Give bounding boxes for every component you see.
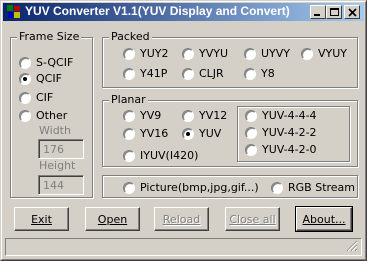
radio-s-qcif[interactable]: S-QCIF [19, 56, 73, 69]
radio-vyuy[interactable]: VYUY [301, 47, 347, 60]
close-all-button[interactable]: Close all [225, 207, 280, 231]
exit-button[interactable]: Exit [14, 207, 69, 231]
radio-label: YVYU [199, 47, 229, 60]
radio-yuv-422[interactable]: YUV-4-2-2 [245, 126, 317, 139]
radio-dot[interactable] [123, 109, 135, 122]
radio-dot[interactable] [301, 47, 313, 60]
radio-label: QCIF [36, 72, 62, 85]
radio-label: CIF [36, 91, 54, 104]
minimize-icon [314, 14, 320, 16]
radio-dot[interactable] [123, 47, 135, 60]
app-logo-icon [7, 5, 20, 18]
height-field[interactable]: 144 [38, 175, 84, 195]
maximize-icon [330, 8, 339, 16]
radio-label: IYUV(I420) [140, 149, 199, 162]
radio-label: YUV-4-2-2 [262, 126, 317, 139]
radio-yvyu[interactable]: YVYU [182, 47, 228, 60]
packed-group: Packed [102, 30, 358, 88]
radio-yv12[interactable]: YV12 [182, 109, 227, 122]
exit-button-label: Exit [31, 212, 52, 226]
radio-label: CLJR [199, 67, 224, 80]
radio-dot-selected[interactable] [182, 127, 194, 140]
radio-qcif[interactable]: QCIF [19, 72, 62, 85]
radio-dot[interactable] [245, 109, 257, 122]
radio-dot[interactable] [19, 109, 31, 122]
window-title: YUV Converter V1.1(YUV Display and Conve… [25, 4, 290, 18]
close-all-button-label: Close all [229, 212, 276, 226]
packed-label: Packed [109, 30, 152, 43]
about-button-label: About... [302, 212, 346, 226]
radio-other[interactable]: Other [19, 109, 67, 122]
radio-dot[interactable] [182, 109, 194, 122]
radio-yuv-420[interactable]: YUV-4-2-0 [245, 143, 317, 156]
radio-label: Y41P [140, 67, 168, 80]
radio-dot[interactable] [123, 149, 135, 162]
radio-dot-selected[interactable] [19, 72, 31, 85]
radio-label: UYVY [261, 47, 291, 60]
planar-label: Planar [109, 93, 148, 106]
radio-dot[interactable] [19, 56, 31, 69]
radio-dot[interactable] [19, 91, 31, 104]
width-field[interactable]: 176 [38, 139, 84, 159]
radio-label: VYUY [318, 47, 348, 60]
radio-yuv-444[interactable]: YUV-4-4-4 [245, 109, 317, 122]
reload-button[interactable]: Reload [154, 207, 209, 231]
width-label: Width [39, 124, 71, 137]
radio-y8[interactable]: Y8 [244, 67, 275, 80]
radio-cif[interactable]: CIF [19, 91, 53, 104]
radio-label: RGB Stream [288, 181, 356, 194]
open-button-label: Open [97, 212, 128, 226]
open-button[interactable]: Open [85, 207, 140, 231]
reload-button-label: Reload [162, 212, 201, 226]
radio-label: Y8 [261, 67, 275, 80]
radio-dot[interactable] [123, 127, 135, 140]
radio-yv9[interactable]: YV9 [123, 109, 161, 122]
radio-label: YUY2 [140, 47, 169, 60]
close-icon [348, 8, 357, 17]
radio-dot[interactable] [182, 47, 194, 60]
radio-picture[interactable]: Picture(bmp,jpg,gif...) [123, 181, 259, 194]
radio-cljr[interactable]: CLJR [182, 67, 224, 80]
radio-dot[interactable] [123, 181, 135, 194]
frame-size-label: Frame Size [17, 30, 82, 43]
radio-label: YUV [199, 127, 222, 140]
radio-label: YUV-4-2-0 [262, 143, 317, 156]
height-label: Height [39, 159, 76, 172]
radio-dot[interactable] [182, 67, 194, 80]
maximize-button[interactable] [326, 5, 342, 19]
about-button[interactable]: About... [295, 206, 353, 232]
radio-dot[interactable] [244, 47, 256, 60]
radio-label: YV9 [140, 109, 162, 122]
radio-label: Other [36, 109, 68, 122]
app-window: YUV Converter V1.1(YUV Display and Conve… [0, 0, 367, 261]
radio-iyuv[interactable]: IYUV(I420) [123, 149, 198, 162]
radio-dot[interactable] [271, 181, 283, 194]
radio-label: YV16 [140, 127, 169, 140]
radio-label: S-QCIF [36, 56, 74, 69]
minimize-button[interactable] [310, 5, 326, 19]
resize-grip-icon[interactable] [346, 240, 358, 252]
radio-yv16[interactable]: YV16 [123, 127, 168, 140]
radio-dot[interactable] [123, 67, 135, 80]
close-button[interactable] [344, 5, 360, 19]
radio-dot[interactable] [244, 67, 256, 80]
radio-dot[interactable] [245, 143, 257, 156]
radio-y41p[interactable]: Y41P [123, 67, 167, 80]
radio-rgb-stream[interactable]: RGB Stream [271, 181, 355, 194]
radio-yuv[interactable]: YUV [182, 127, 221, 140]
radio-yuy2[interactable]: YUY2 [123, 47, 169, 60]
radio-dot[interactable] [245, 126, 257, 139]
radio-label: YUV-4-4-4 [262, 109, 317, 122]
status-bar [5, 238, 362, 256]
radio-label: Picture(bmp,jpg,gif...) [140, 181, 259, 194]
radio-label: YV12 [199, 109, 228, 122]
radio-uyvy[interactable]: UYVY [244, 47, 290, 60]
